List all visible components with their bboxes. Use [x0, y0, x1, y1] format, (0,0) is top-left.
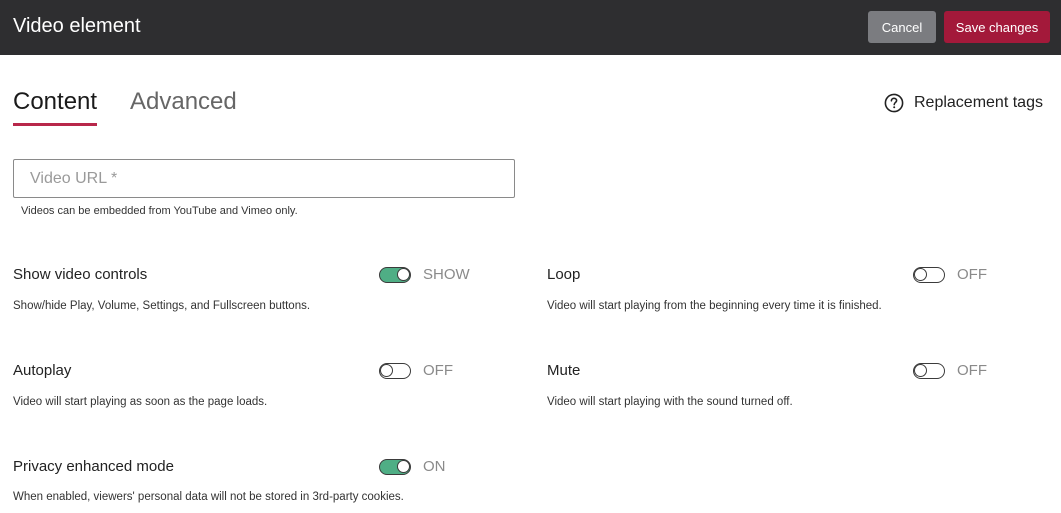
show-controls-toggle[interactable]: [379, 267, 411, 283]
autoplay-title: Autoplay: [13, 362, 72, 379]
show-controls-title: Show video controls: [13, 266, 148, 283]
autoplay-description: Video will start playing as soon as the …: [13, 396, 268, 408]
toggle-knob: [914, 364, 927, 377]
save-changes-button[interactable]: Save changes: [944, 11, 1050, 43]
loop-description: Video will start playing from the beginn…: [547, 300, 882, 312]
loop-toggle[interactable]: [913, 267, 945, 283]
mute-state: OFF: [957, 362, 987, 379]
privacy-mode-toggle[interactable]: [379, 459, 411, 475]
mute-title: Mute: [547, 362, 581, 379]
video-url-help-text: Videos can be embedded from YouTube and …: [21, 205, 298, 217]
autoplay-state: OFF: [423, 362, 453, 379]
replacement-tags-label: Replacement tags: [914, 94, 1043, 111]
toggle-knob: [380, 364, 393, 377]
privacy-mode-description: When enabled, viewers' personal data wil…: [13, 491, 404, 503]
replacement-tags-link[interactable]: Replacement tags: [884, 92, 1043, 114]
help-circle-icon: [884, 93, 904, 113]
tab-advanced[interactable]: Advanced: [130, 88, 237, 116]
header-bar: Video element Cancel Save changes: [0, 0, 1061, 55]
loop-state: OFF: [957, 266, 987, 283]
loop-title: Loop: [547, 266, 581, 283]
video-url-input[interactable]: [13, 159, 515, 198]
cancel-button[interactable]: Cancel: [868, 11, 936, 43]
mute-toggle[interactable]: [913, 363, 945, 379]
active-tab-indicator: [13, 123, 97, 126]
privacy-mode-state: ON: [423, 458, 446, 475]
show-controls-state: SHOW: [423, 266, 470, 283]
toggle-knob: [914, 268, 927, 281]
tab-content[interactable]: Content: [13, 88, 97, 116]
toggle-knob: [397, 460, 410, 473]
autoplay-toggle[interactable]: [379, 363, 411, 379]
privacy-mode-title: Privacy enhanced mode: [13, 458, 174, 475]
dialog-title: Video element: [13, 15, 141, 37]
show-controls-description: Show/hide Play, Volume, Settings, and Fu…: [13, 300, 311, 312]
toggle-knob: [397, 268, 410, 281]
mute-description: Video will start playing with the sound …: [547, 396, 793, 408]
